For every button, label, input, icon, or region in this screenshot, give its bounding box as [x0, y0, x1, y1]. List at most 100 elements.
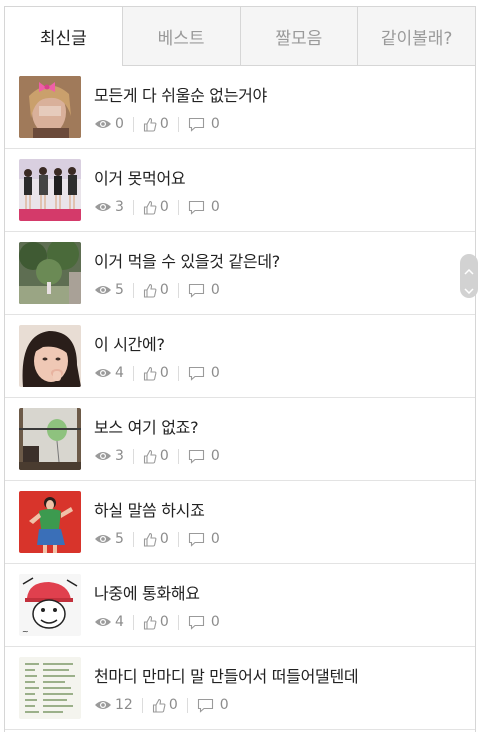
divider — [177, 116, 179, 132]
list-item[interactable]: 모든게 다 쉬울순 없는거야 0 0 0 — [5, 66, 475, 149]
post-thumbnail[interactable] — [19, 657, 81, 719]
post-title[interactable]: 이거 먹을 수 있을것 같은데? — [94, 248, 280, 272]
post-stats: 12 0 0 — [94, 697, 358, 713]
comment-bubble-icon — [188, 283, 204, 298]
post-title[interactable]: 나중에 통화해요 — [94, 580, 220, 604]
eye-icon — [95, 120, 111, 128]
divider — [141, 697, 143, 713]
post-stats: 5 0 0 — [94, 531, 220, 547]
view-count: 5 — [115, 531, 124, 547]
tab-label: 베스트 — [157, 28, 205, 49]
thumbs-up-icon — [143, 117, 157, 132]
chevron-down-icon[interactable] — [464, 279, 474, 298]
tab-label: 같이볼래? — [380, 28, 453, 49]
view-count: 4 — [115, 614, 124, 630]
tab-label: 짤모음 — [275, 28, 323, 49]
view-count: 4 — [115, 365, 124, 381]
board-tabs: 최신글 베스트 짤모음 같이볼래? — [5, 7, 475, 66]
comment-count: 0 — [210, 282, 220, 298]
comment-count: 0 — [210, 116, 220, 132]
chevron-up-icon[interactable] — [464, 260, 474, 279]
view-count: 12 — [115, 697, 133, 713]
tab-label: 최신글 — [39, 28, 87, 49]
post-thumbnail[interactable] — [19, 76, 81, 138]
scrollbar-handle[interactable] — [460, 254, 478, 298]
board-widget: 최신글 베스트 짤모음 같이볼래? 모든게 다 쉬울순 없는거야 0 0 0 이… — [4, 6, 476, 732]
svg-text:~: ~ — [22, 627, 29, 636]
comment-count: 0 — [210, 365, 220, 381]
thumbs-up-icon — [143, 366, 157, 381]
list-item[interactable]: 천마디 만마디 말 만들어서 떠들어댈텐데 12 0 0 — [5, 647, 475, 730]
tab-best[interactable]: 베스트 — [121, 7, 240, 65]
list-item[interactable]: 이거 먹을 수 있을것 같은데? 5 0 0 — [5, 232, 475, 315]
thumbs-up-icon — [143, 283, 157, 298]
eye-icon — [95, 618, 111, 626]
list-item[interactable]: 이 시간에? 4 0 0 — [5, 315, 475, 398]
like-count: 0 — [159, 614, 169, 630]
eye-icon — [95, 535, 111, 543]
view-count: 0 — [115, 116, 124, 132]
post-title[interactable]: 하실 말씀 하시죠 — [94, 497, 220, 521]
comment-count: 0 — [210, 531, 220, 547]
post-stats: 3 0 0 — [94, 199, 220, 215]
comment-bubble-icon — [188, 366, 204, 381]
thumbs-up-icon — [143, 615, 157, 630]
post-title[interactable]: 모든게 다 쉬울순 없는거야 — [94, 82, 267, 106]
like-count: 0 — [159, 116, 169, 132]
divider — [132, 282, 134, 298]
post-title[interactable]: 천마디 만마디 말 만들어서 떠들어댈텐데 — [94, 663, 359, 687]
post-thumbnail[interactable]: ~ — [19, 574, 81, 636]
like-count: 0 — [159, 199, 169, 215]
post-stats: 5 0 0 — [94, 282, 280, 298]
view-count: 3 — [115, 448, 124, 464]
divider — [132, 614, 134, 630]
post-thumbnail[interactable] — [19, 325, 81, 387]
thumbs-up-icon — [143, 449, 157, 464]
post-thumbnail[interactable] — [19, 242, 81, 304]
like-count: 0 — [159, 365, 169, 381]
comment-bubble-icon — [188, 200, 204, 215]
post-list: 모든게 다 쉬울순 없는거야 0 0 0 이거 못먹어요 3 0 0 이거 먹을… — [5, 66, 475, 730]
eye-icon — [95, 369, 111, 377]
comment-count: 0 — [219, 697, 229, 713]
divider — [132, 531, 134, 547]
post-stats: 4 0 0 — [94, 365, 220, 381]
view-count: 5 — [115, 282, 124, 298]
list-item[interactable]: 하실 말씀 하시죠 5 0 0 — [5, 481, 475, 564]
like-count: 0 — [159, 282, 169, 298]
post-title[interactable]: 보스 여기 없죠? — [94, 414, 220, 438]
comment-count: 0 — [210, 448, 220, 464]
divider — [132, 116, 134, 132]
tab-gifs[interactable]: 짤모음 — [239, 7, 358, 65]
eye-icon — [95, 452, 111, 460]
tab-watch-together[interactable]: 같이볼래? — [357, 7, 475, 65]
comment-count: 0 — [210, 614, 220, 630]
divider — [186, 697, 188, 713]
eye-icon — [95, 203, 111, 211]
post-title[interactable]: 이거 못먹어요 — [94, 165, 220, 189]
list-item[interactable]: 보스 여기 없죠? 3 0 0 — [5, 398, 475, 481]
post-thumbnail[interactable] — [19, 159, 81, 221]
thumbs-up-icon — [152, 698, 166, 713]
divider — [132, 448, 134, 464]
list-item[interactable]: 이거 못먹어요 3 0 0 — [5, 149, 475, 232]
tab-latest[interactable]: 최신글 — [5, 7, 122, 66]
like-count: 0 — [159, 531, 169, 547]
post-title[interactable]: 이 시간에? — [94, 331, 220, 355]
post-stats: 3 0 0 — [94, 448, 220, 464]
post-thumbnail[interactable] — [19, 408, 81, 470]
divider — [177, 365, 179, 381]
like-count: 0 — [159, 448, 169, 464]
post-thumbnail[interactable] — [19, 491, 81, 553]
comment-bubble-icon — [188, 615, 204, 630]
comment-bubble-icon — [188, 532, 204, 547]
list-item[interactable]: ~ 나중에 통화해요 4 0 0 — [5, 564, 475, 647]
like-count: 0 — [168, 697, 178, 713]
divider — [132, 199, 134, 215]
view-count: 3 — [115, 199, 124, 215]
divider — [177, 282, 179, 298]
thumbs-up-icon — [143, 532, 157, 547]
comment-bubble-icon — [188, 449, 204, 464]
post-stats: 0 0 0 — [94, 116, 267, 132]
divider — [177, 199, 179, 215]
